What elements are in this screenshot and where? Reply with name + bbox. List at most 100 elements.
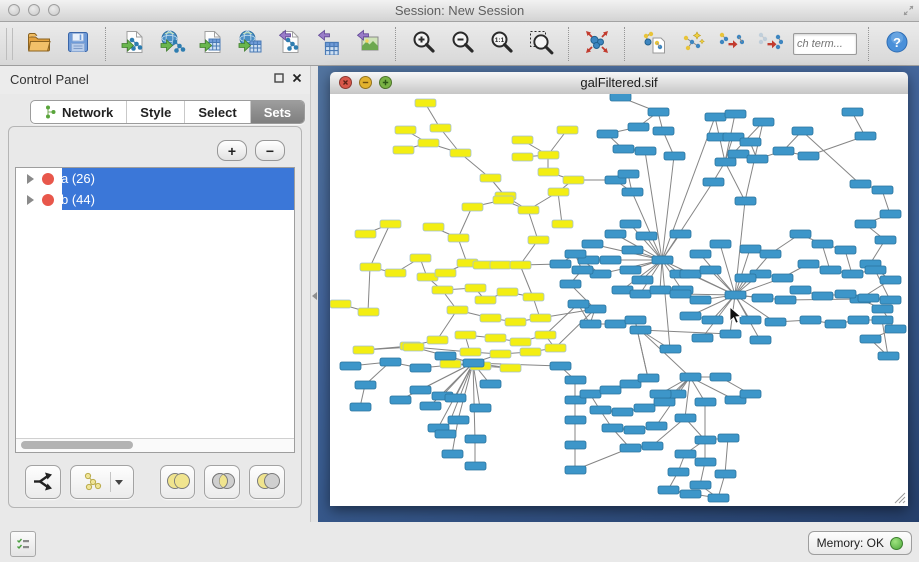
zoom-fit-button[interactable]: 1:1 [486, 28, 518, 60]
split-sets-button[interactable] [25, 465, 61, 499]
graph-node[interactable] [690, 250, 711, 258]
graph-node[interactable] [648, 108, 669, 116]
graph-node[interactable] [568, 300, 589, 308]
graph-node[interactable] [447, 306, 468, 314]
graph-node[interactable] [353, 346, 374, 354]
graph-node[interactable] [812, 240, 833, 248]
graph-node[interactable] [850, 180, 871, 188]
graph-node[interactable] [497, 288, 518, 296]
graph-node[interactable] [695, 458, 716, 466]
graph-node[interactable] [610, 94, 631, 101]
graph-node[interactable] [652, 256, 673, 264]
graph-node[interactable] [708, 494, 729, 502]
horizontal-scrollbar[interactable] [16, 438, 294, 452]
graph-node[interactable] [715, 470, 736, 478]
scrollbar-thumb[interactable] [21, 441, 133, 449]
graph-node[interactable] [410, 364, 431, 372]
graph-node[interactable] [725, 110, 746, 118]
first-neighbors-button[interactable] [676, 28, 708, 60]
graph-node[interactable] [520, 348, 541, 356]
graph-node[interactable] [624, 426, 645, 434]
graph-node[interactable] [528, 236, 549, 244]
graph-node[interactable] [430, 124, 451, 132]
graph-node[interactable] [865, 266, 886, 274]
float-panel-icon[interactable] [274, 73, 284, 83]
graph-node[interactable] [485, 334, 506, 342]
graph-node[interactable] [680, 270, 701, 278]
panel-splitter[interactable] [310, 66, 318, 522]
save-session-button[interactable] [62, 28, 94, 60]
graph-node[interactable] [518, 206, 539, 214]
graph-node[interactable] [435, 269, 456, 277]
resize-grip-icon[interactable] [894, 492, 906, 504]
graph-node[interactable] [636, 232, 657, 240]
graph-node[interactable] [842, 270, 863, 278]
graph-node[interactable] [445, 394, 466, 402]
graph-node[interactable] [512, 136, 533, 144]
graph-node[interactable] [493, 196, 514, 204]
graph-node[interactable] [792, 127, 813, 135]
graph-node[interactable] [670, 290, 691, 298]
graph-node[interactable] [380, 220, 401, 228]
graph-node[interactable] [605, 230, 626, 238]
create-set-from-network-button[interactable] [70, 465, 134, 499]
graph-node[interactable] [465, 462, 486, 470]
task-monitor-button[interactable] [10, 531, 36, 557]
graph-node[interactable] [695, 398, 716, 406]
tab-style[interactable]: Style [126, 101, 184, 123]
graph-node[interactable] [380, 358, 401, 366]
memory-status-button[interactable]: Memory: OK [808, 531, 912, 555]
network-frame-titlebar[interactable]: galFiltered.sif [330, 72, 908, 95]
import-table-url-button[interactable] [235, 28, 267, 60]
graph-node[interactable] [385, 269, 406, 277]
graph-node[interactable] [728, 150, 749, 158]
graph-node[interactable] [880, 210, 901, 218]
graph-node[interactable] [355, 230, 376, 238]
expander-icon[interactable] [27, 174, 34, 184]
graph-node[interactable] [654, 398, 675, 406]
graph-node[interactable] [582, 240, 603, 248]
graph-node[interactable] [565, 466, 586, 474]
graph-node[interactable] [600, 256, 621, 264]
graph-node[interactable] [675, 450, 696, 458]
graph-node[interactable] [538, 151, 559, 159]
graph-node[interactable] [765, 318, 786, 326]
graph-node[interactable] [660, 345, 681, 353]
graph-node[interactable] [612, 408, 633, 416]
graph-node[interactable] [800, 316, 821, 324]
graph-node[interactable] [448, 416, 469, 424]
graph-node[interactable] [600, 386, 621, 394]
graph-node[interactable] [455, 331, 476, 339]
graph-node[interactable] [695, 436, 716, 444]
graph-node[interactable] [538, 168, 559, 176]
zoom-in-button[interactable] [408, 28, 440, 60]
network-from-selection-button[interactable] [637, 28, 669, 60]
graph-node[interactable] [475, 296, 496, 304]
graph-node[interactable] [597, 130, 618, 138]
graph-node[interactable] [740, 245, 761, 253]
graph-node[interactable] [775, 296, 796, 304]
show-all-button[interactable] [754, 28, 786, 60]
graph-node[interactable] [885, 325, 906, 333]
graph-node[interactable] [448, 234, 469, 242]
graph-node[interactable] [605, 320, 626, 328]
graph-node[interactable] [715, 158, 736, 166]
graph-node[interactable] [668, 468, 689, 476]
graph-node[interactable] [465, 284, 486, 292]
intersection-sets-button[interactable] [204, 465, 240, 499]
graph-node[interactable] [548, 188, 569, 196]
graph-node[interactable] [613, 145, 634, 153]
graph-node[interactable] [442, 450, 463, 458]
graph-node[interactable] [740, 138, 761, 146]
graph-node[interactable] [620, 220, 641, 228]
graph-node[interactable] [550, 260, 571, 268]
set-row[interactable]: a (26) [16, 168, 294, 189]
open-session-button[interactable] [23, 28, 55, 60]
graph-node[interactable] [798, 260, 819, 268]
graph-node[interactable] [358, 308, 379, 316]
graph-node[interactable] [550, 362, 571, 370]
graph-node[interactable] [565, 376, 586, 384]
graph-node[interactable] [635, 147, 656, 155]
graph-node[interactable] [395, 126, 416, 134]
graph-node[interactable] [740, 316, 761, 324]
